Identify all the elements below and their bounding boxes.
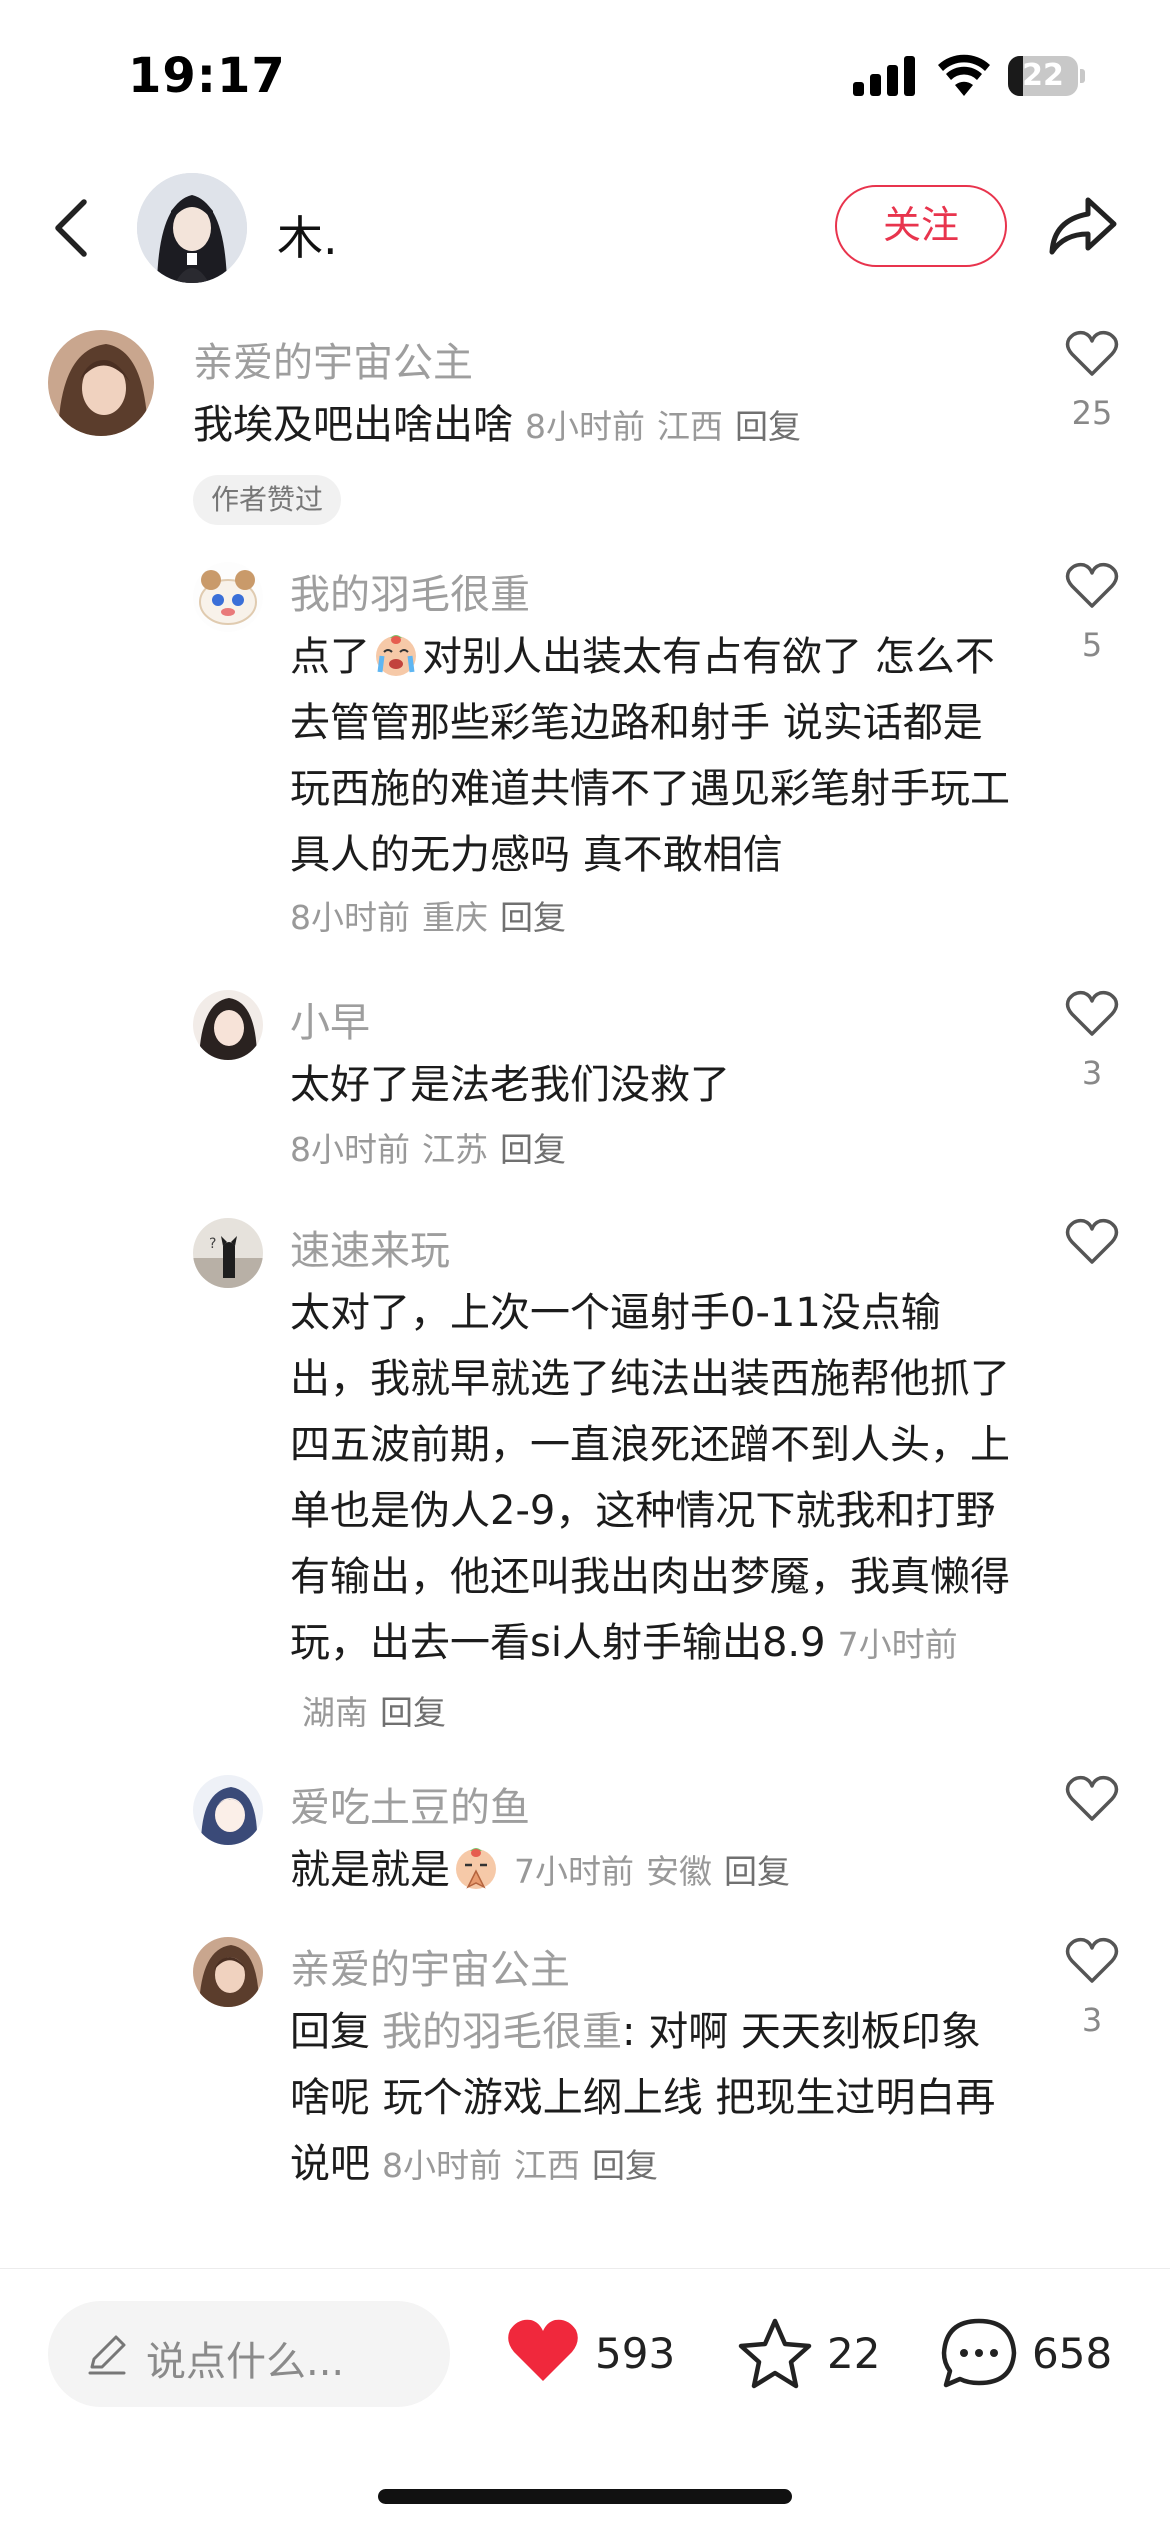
- commenter-avatar[interactable]: ?: [193, 1218, 263, 1288]
- cellular-signal-icon: [853, 56, 915, 96]
- comment-text: 太对了，上次一个逼射手0-11没点输出，我就早就选了纯法出装西施帮他抓了四五波前…: [290, 1280, 1010, 1746]
- heart-icon: [1065, 1937, 1119, 1983]
- star-icon: [738, 2318, 812, 2389]
- commenter-name[interactable]: 亲爱的宇宙公主: [290, 1937, 570, 1995]
- comment-input-placeholder: 说点什么...: [146, 2339, 345, 2385]
- comment-bubble-icon: [941, 2318, 1017, 2388]
- like-count: 5: [1081, 626, 1103, 664]
- commenter-avatar[interactable]: [48, 330, 154, 436]
- reply-button[interactable]: 回复: [592, 2146, 658, 2185]
- svg-text:?: ?: [209, 1236, 216, 1252]
- comment-location: 安徽: [646, 1852, 712, 1891]
- reply-item: 小早 太好了是法老我们没救了 8小时前 江苏 回复 3: [0, 990, 1170, 1169]
- pencil-icon: [88, 2335, 126, 2375]
- comment-item: 亲爱的宇宙公主 我埃及吧出啥出啥 8小时前 江西 回复 作者赞过 25: [0, 330, 1170, 530]
- comment-text: 就是就是 7小时前 安徽 回复: [290, 1837, 1010, 1905]
- comment-location: 湖南: [302, 1693, 368, 1732]
- reply-item: 爱吃土豆的鱼 就是就是 7小时前 安徽 回复: [0, 1775, 1170, 1905]
- comment-time: 7小时前: [837, 1625, 958, 1664]
- heart-icon: [1065, 1775, 1119, 1821]
- like-button[interactable]: [1052, 1218, 1132, 1266]
- heart-icon: [1065, 990, 1119, 1036]
- like-button[interactable]: 25: [1052, 330, 1132, 432]
- commenter-name[interactable]: 爱吃土豆的鱼: [290, 1775, 530, 1833]
- reply-button[interactable]: 回复: [500, 898, 566, 937]
- reply-button[interactable]: 回复: [724, 1852, 790, 1891]
- commenter-avatar[interactable]: [193, 562, 263, 632]
- reply-button[interactable]: 回复: [380, 1693, 446, 1732]
- reply-button[interactable]: 回复: [500, 1130, 566, 1169]
- comment-count: 658: [1032, 2329, 1113, 2378]
- reply-prefix: 回复: [290, 2009, 370, 2055]
- comment-location: 江西: [657, 407, 723, 446]
- comment-time: 8小时前: [290, 1130, 410, 1169]
- favorite-count: 22: [827, 2329, 881, 2378]
- commenter-name[interactable]: 小早: [290, 990, 370, 1048]
- comment-body: 就是就是: [290, 1847, 450, 1893]
- commenter-avatar[interactable]: [193, 990, 263, 1060]
- heart-icon: [1065, 1218, 1119, 1264]
- commenter-name[interactable]: 速速来玩: [290, 1218, 450, 1276]
- comment-body: 太对了，上次一个逼射手0-11没点输出，我就早就选了纯法出装西施帮他抓了四五波前…: [290, 1290, 1010, 1666]
- comment-location: 江西: [514, 2146, 580, 2185]
- comment-body: 太好了是法老我们没救了: [290, 1062, 730, 1108]
- commenter-avatar[interactable]: [193, 1937, 263, 2007]
- back-arrow-icon[interactable]: [50, 196, 94, 260]
- reply-item: 亲爱的宇宙公主 回复 我的羽毛很重: 对啊 天天刻板印象啥呢 玩个游戏上纲上线 把…: [0, 1937, 1170, 2197]
- share-icon[interactable]: [1046, 194, 1118, 258]
- reply-to-user[interactable]: 我的羽毛很重: [382, 2009, 622, 2055]
- comment-location: 江苏: [422, 1130, 488, 1169]
- author-avatar[interactable]: [137, 173, 247, 283]
- crying-emoji-icon: [376, 635, 416, 676]
- comment-body: 我埃及吧出啥出啥: [193, 402, 513, 448]
- like-count: 3: [1081, 2001, 1103, 2039]
- comment-body-start: 点了: [290, 634, 370, 680]
- heart-filled-icon: [508, 2319, 578, 2381]
- reply-item: ? 速速来玩 太对了，上次一个逼射手0-11没点输出，我就早就选了纯法出装西施帮…: [0, 1218, 1170, 1738]
- like-button[interactable]: [1052, 1775, 1132, 1823]
- like-count: 3: [1081, 1054, 1103, 1092]
- author-name[interactable]: 木.: [277, 202, 338, 268]
- comment-text: 回复 我的羽毛很重: 对啊 天天刻板印象啥呢 玩个游戏上纲上线 把现生过明白再说吧…: [290, 1999, 1010, 2199]
- heart-icon: [1065, 562, 1119, 608]
- comment-text: 太好了是法老我们没救了 8小时前 江苏 回复: [290, 1052, 1010, 1180]
- comment-text: 我埃及吧出啥出啥 8小时前 江西 回复: [193, 392, 913, 460]
- battery-percent: 22: [1022, 58, 1064, 93]
- battery-icon: 22: [1008, 56, 1086, 96]
- comments-button[interactable]: 658: [940, 2317, 1140, 2393]
- like-post-button[interactable]: 593: [505, 2317, 695, 2393]
- comment-time: 8小时前: [525, 407, 645, 446]
- commenter-name[interactable]: 亲爱的宇宙公主: [193, 330, 473, 388]
- commenter-name[interactable]: 我的羽毛很重: [290, 562, 530, 620]
- post-header: 木. 关注: [0, 160, 1170, 290]
- status-time: 19:17: [128, 48, 286, 104]
- status-bar: 19:17 22: [0, 0, 1170, 150]
- like-count: 25: [1071, 394, 1113, 432]
- comment-time: 7小时前: [514, 1852, 634, 1891]
- author-liked-badge: 作者赞过: [193, 475, 342, 525]
- favorite-button[interactable]: 22: [737, 2317, 887, 2393]
- commenter-avatar[interactable]: [193, 1775, 263, 1845]
- follow-button[interactable]: 关注: [835, 185, 1007, 267]
- heart-icon: [1065, 330, 1119, 376]
- reply-button[interactable]: 回复: [735, 407, 801, 446]
- comment-time: 8小时前: [290, 898, 410, 937]
- home-indicator[interactable]: [378, 2489, 792, 2504]
- post-like-count: 593: [595, 2329, 676, 2378]
- like-button[interactable]: 3: [1052, 1937, 1132, 2039]
- comment-time: 8小时前: [382, 2146, 502, 2185]
- like-button[interactable]: 3: [1052, 990, 1132, 1092]
- reply-item: 我的羽毛很重 点了 对别人出装太有占有欲了 怎么不去管管那些彩笔边路和射手 说实话…: [0, 562, 1170, 952]
- like-button[interactable]: 5: [1052, 562, 1132, 664]
- praying-emoji-icon: [456, 1848, 496, 1889]
- comment-text: 点了 对别人出装太有占有欲了 怎么不去管管那些彩笔边路和射手 说实话都是玩西施的难…: [290, 624, 1010, 948]
- wifi-icon: [938, 54, 990, 96]
- comment-input[interactable]: 说点什么...: [48, 2301, 450, 2407]
- comment-location: 重庆: [422, 898, 488, 937]
